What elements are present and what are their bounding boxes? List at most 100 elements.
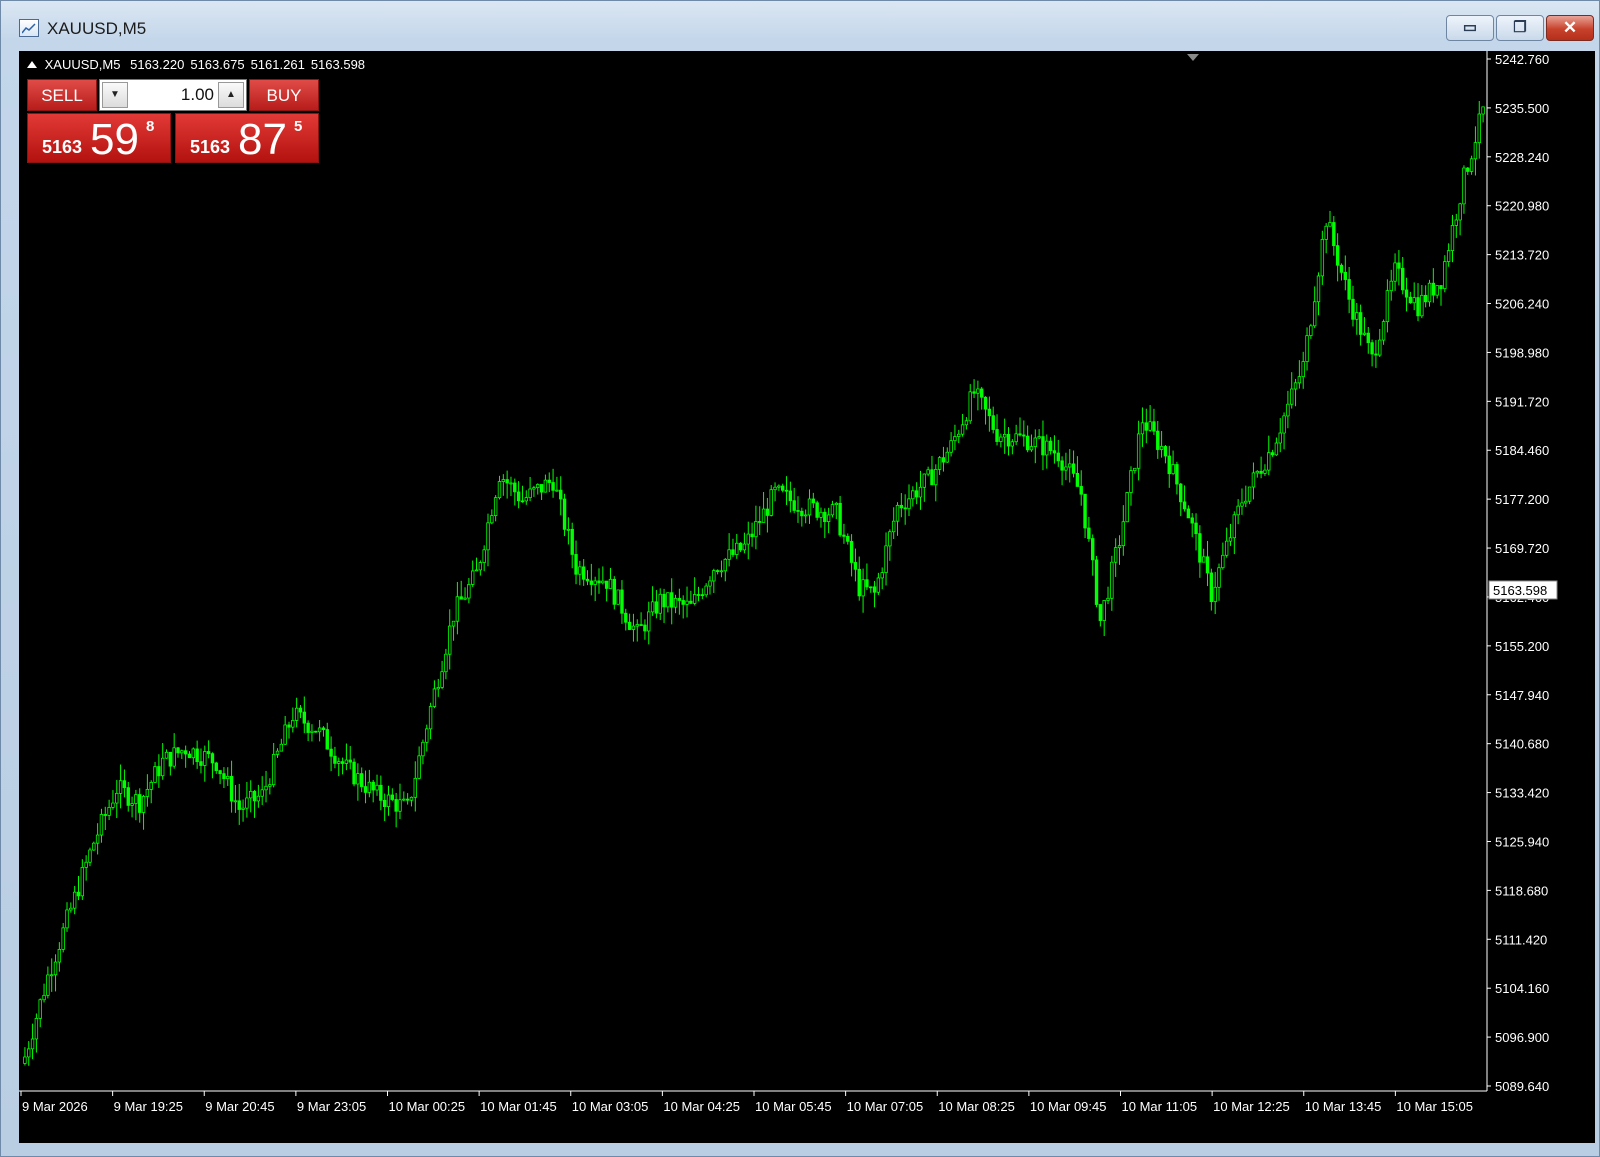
candle-body	[34, 1018, 39, 1040]
candle-body	[972, 391, 976, 394]
candle-body	[145, 789, 150, 797]
candle-body	[298, 707, 303, 713]
candle-body	[987, 408, 992, 417]
time-tick-label: 10 Mar 08:25	[938, 1099, 1015, 1114]
candle-body	[903, 507, 907, 510]
close-button[interactable]: ✕	[1546, 15, 1594, 41]
candle-body	[1106, 597, 1110, 601]
candle-body	[486, 522, 490, 551]
time-tick-label: 9 Mar 20:45	[205, 1099, 274, 1114]
candle-body	[1309, 325, 1313, 337]
lot-decrease-icon[interactable]: ▼	[102, 82, 128, 108]
candle-body	[1335, 245, 1340, 266]
sell-price-button[interactable]: 5163 59 8	[27, 113, 171, 163]
price-tick-label: 5125.940	[1495, 834, 1549, 849]
candle-body	[363, 786, 368, 793]
lot-size-value[interactable]: 1.00	[130, 80, 214, 110]
buy-price-button[interactable]: 5163 87 5	[175, 113, 319, 163]
price-tick-label: 5155.200	[1495, 639, 1549, 654]
symbol-label: XAUUSD,M5	[44, 57, 121, 72]
chart-canvas[interactable]: 5242.760 5235.500 5228.240 5220.980 5213.720…	[19, 51, 1595, 1143]
candle-body	[823, 511, 827, 523]
lot-size-field[interactable]: ▼ 1.00 ▲	[99, 79, 247, 111]
close-icon: ✕	[1562, 18, 1578, 37]
candle-body	[1339, 264, 1344, 273]
candle-body	[654, 601, 659, 614]
candle-body	[765, 508, 770, 516]
candle-body	[317, 727, 322, 733]
candle-body	[627, 621, 632, 630]
price-tick-label: 5147.940	[1495, 688, 1549, 703]
sell-button[interactable]: SELL	[27, 79, 97, 111]
candle-body	[164, 751, 169, 759]
candle-body	[398, 799, 402, 812]
candle-body	[1278, 432, 1282, 444]
candle-body	[1190, 517, 1194, 524]
candle-body	[1305, 335, 1309, 363]
candle-body	[130, 803, 134, 806]
candle-body	[1075, 472, 1080, 487]
maximize-icon: ❐	[1513, 19, 1527, 36]
candle-body	[957, 433, 961, 437]
candle-body	[846, 535, 850, 542]
lot-increase-icon[interactable]: ▲	[218, 82, 244, 108]
candle-body	[467, 584, 471, 599]
candle-body	[321, 727, 326, 730]
candle-body	[700, 594, 705, 597]
candle-body	[287, 724, 291, 728]
candle-body	[65, 909, 69, 929]
candle-body	[1087, 527, 1091, 539]
candle-body	[922, 473, 927, 488]
candle-body	[69, 907, 73, 911]
candle-body	[532, 487, 536, 490]
candle-body	[210, 753, 215, 764]
candle-body	[218, 770, 222, 775]
candle-body	[405, 798, 410, 801]
price-tick-label: 5198.980	[1495, 345, 1549, 360]
candle-body	[1033, 437, 1038, 447]
candle-body	[249, 790, 253, 799]
candle-body	[1259, 470, 1263, 474]
time-tick-label: 10 Mar 07:05	[847, 1099, 924, 1114]
price-tick-label: 5191.720	[1495, 394, 1549, 409]
price-chart[interactable]: 5242.760 5235.500 5228.240 5220.980 5213.720…	[19, 51, 1595, 1143]
candle-body	[493, 497, 498, 516]
candle-body	[394, 799, 398, 812]
candle-body	[1171, 464, 1175, 475]
candle-body	[1462, 167, 1466, 205]
candle-body	[884, 545, 888, 574]
maximize-button[interactable]: ❐	[1496, 15, 1544, 41]
candle-body	[1244, 500, 1248, 504]
candle-body	[1217, 567, 1221, 588]
candle-body	[750, 533, 754, 538]
candle-body	[283, 724, 287, 745]
chart-shift-marker-icon	[1187, 54, 1199, 61]
candle-body	[84, 861, 88, 868]
candle-body	[1420, 294, 1424, 317]
sell-price-superscript: 8	[146, 118, 155, 135]
collapse-triangle-icon[interactable]	[27, 61, 37, 68]
candle-body	[497, 481, 502, 499]
candle-body	[501, 479, 506, 482]
candle-body	[524, 497, 528, 502]
price-tick-label: 5242.760	[1495, 52, 1549, 67]
candle-body	[1175, 464, 1179, 485]
buy-button[interactable]: BUY	[249, 79, 319, 111]
candle-body	[1037, 436, 1041, 439]
minimize-button[interactable]: ▭	[1446, 15, 1494, 41]
candle-body	[95, 834, 100, 844]
price-tick-label: 5169.720	[1495, 541, 1549, 556]
time-tick-label: 10 Mar 11:05	[1122, 1099, 1198, 1114]
candle-body	[547, 479, 551, 483]
title-bar[interactable]: XAUUSD,M5 ▭ ❐ ✕	[1, 1, 1599, 51]
candle-body	[180, 750, 184, 754]
candle-body	[203, 751, 207, 766]
candle-body	[459, 596, 463, 600]
candle-body	[99, 814, 104, 836]
candle-body	[302, 711, 307, 724]
candle-body	[1397, 262, 1401, 269]
candle-body	[647, 611, 651, 632]
candle-body	[1290, 388, 1294, 405]
candle-body	[907, 498, 911, 510]
candle-body	[27, 1048, 31, 1058]
